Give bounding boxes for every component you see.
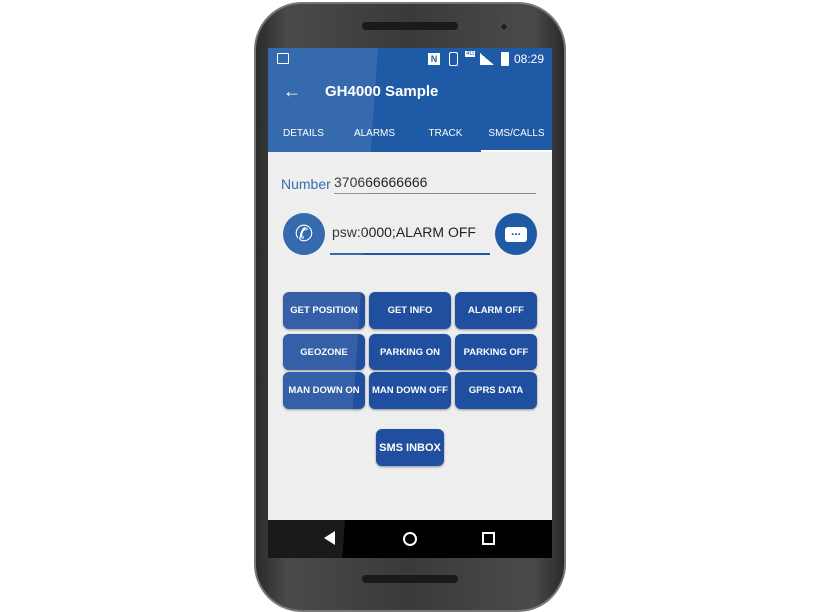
tab-sms-calls[interactable]: SMS/CALLS: [481, 115, 552, 152]
recents-nav-icon[interactable]: [482, 532, 495, 545]
man-down-off-button[interactable]: MAN DOWN OFF: [369, 372, 451, 409]
chat-icon: ...: [505, 225, 527, 242]
navigation-bar: [268, 520, 552, 558]
tab-bar: DETAILS ALARMS TRACK SMS/CALLS: [268, 115, 552, 152]
nfc-icon: N: [428, 53, 440, 65]
clock: 08:29: [514, 52, 545, 66]
send-sms-button[interactable]: ...: [495, 213, 537, 255]
earpiece: [362, 22, 458, 30]
tab-track[interactable]: TRACK: [410, 115, 481, 152]
alarm-off-button[interactable]: ALARM OFF: [455, 292, 537, 329]
page-title: GH4000 Sample: [325, 83, 439, 100]
bottom-speaker: [362, 575, 458, 583]
phone-icon: ✆: [294, 221, 314, 246]
gprs-data-button[interactable]: GPRS DATA: [455, 372, 537, 409]
parking-off-button[interactable]: PARKING OFF: [455, 334, 537, 370]
get-position-button[interactable]: GET POSITION: [283, 292, 365, 329]
vibrate-icon: [449, 52, 458, 66]
number-field[interactable]: 370666666666: [334, 174, 536, 194]
geozone-button[interactable]: GEOZONE: [283, 334, 365, 370]
battery-icon: [501, 52, 509, 66]
tab-details[interactable]: DETAILS: [268, 115, 339, 152]
image-icon: [277, 53, 289, 64]
network-type: 4G: [465, 51, 476, 57]
arrow-left-icon[interactable]: ←: [283, 81, 301, 102]
number-label: Number: [281, 176, 331, 192]
message-field[interactable]: psw:0000;ALARM OFF: [330, 224, 490, 255]
status-bar: N 4G 08:29: [268, 48, 552, 70]
man-down-on-button[interactable]: MAN DOWN ON: [283, 372, 365, 409]
screen: N 4G 08:29 ← GH4000 Sample DETAILS ALARM…: [268, 48, 552, 558]
toolbar: ← GH4000 Sample: [268, 70, 552, 115]
tab-alarms[interactable]: ALARMS: [339, 115, 410, 152]
get-info-button[interactable]: GET INFO: [369, 292, 451, 329]
signal-icon: [480, 53, 494, 65]
parking-on-button[interactable]: PARKING ON: [369, 334, 451, 370]
front-camera: [500, 23, 508, 31]
back-nav-icon[interactable]: [324, 531, 335, 545]
sms-inbox-button[interactable]: SMS INBOX: [376, 429, 444, 466]
call-button[interactable]: ✆: [283, 213, 325, 255]
home-nav-icon[interactable]: [403, 532, 417, 546]
